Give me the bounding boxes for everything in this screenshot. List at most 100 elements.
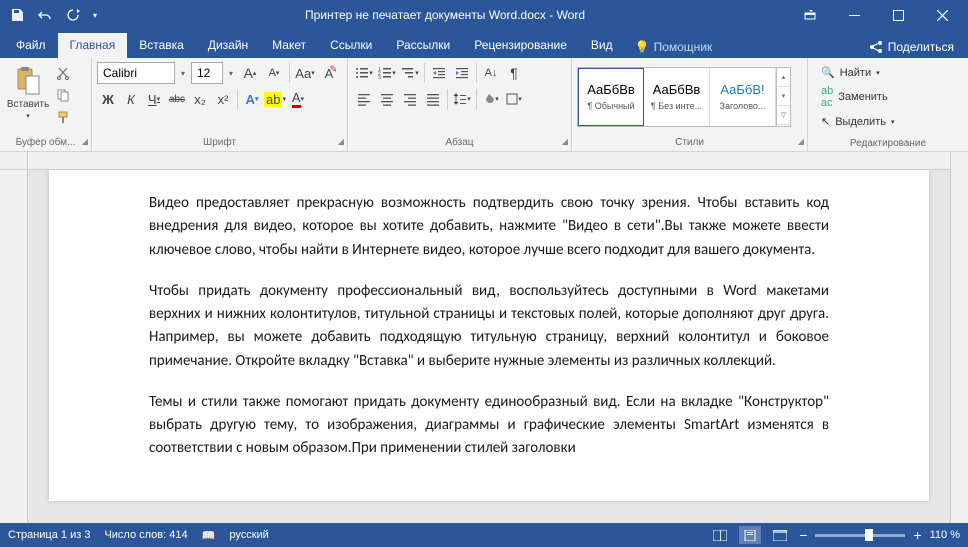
paragraph-2[interactable]: Чтобы придать документу профессиональный… xyxy=(149,280,829,373)
tab-mailings[interactable]: Рассылки xyxy=(384,33,462,58)
font-size-dd[interactable]: ▾ xyxy=(225,69,237,78)
tab-review[interactable]: Рецензирование xyxy=(462,33,579,58)
style-heading1[interactable]: АаБбВ! Заголово... xyxy=(710,68,776,126)
redo-button[interactable] xyxy=(60,2,86,28)
styles-gallery: АаБбВв ¶ Обычный АаБбВв ¶ Без инте... Аа… xyxy=(577,67,791,127)
font-launcher[interactable]: ◢ xyxy=(338,137,344,146)
tab-insert[interactable]: Вставка xyxy=(127,33,196,58)
group-label-font: Шрифт◢ xyxy=(92,135,347,151)
group-editing: 🔍Найти▾ abacЗаменить ↖Выделить▾ Редактир… xyxy=(808,58,968,151)
text-effects-button[interactable]: A▾ xyxy=(241,88,263,110)
increase-indent-button[interactable] xyxy=(451,62,473,84)
shading-button[interactable]: ▾ xyxy=(480,88,502,110)
view-read-mode[interactable] xyxy=(709,526,731,544)
numbering-button[interactable]: 123▾ xyxy=(376,62,398,84)
paragraph-launcher[interactable]: ◢ xyxy=(562,137,568,146)
style-normal[interactable]: АаБбВв ¶ Обычный xyxy=(578,68,644,126)
group-paragraph: ▾ 123▾ ▾ A↓ ¶ ▾ ▾ ▾ Абза xyxy=(348,58,572,151)
highlight-button[interactable]: ab▾ xyxy=(264,88,286,110)
paragraph-1[interactable]: Видео предоставляет прекрасную возможнос… xyxy=(149,192,829,262)
save-button[interactable] xyxy=(4,2,30,28)
sort-button[interactable]: A↓ xyxy=(480,62,502,84)
paste-button[interactable]: Вставить▾ xyxy=(5,62,51,125)
view-print-layout[interactable] xyxy=(739,526,761,544)
decrease-indent-button[interactable] xyxy=(428,62,450,84)
format-painter-button[interactable] xyxy=(53,108,73,126)
view-web-layout[interactable] xyxy=(769,526,791,544)
close-button[interactable] xyxy=(920,0,964,30)
borders-button[interactable]: ▾ xyxy=(503,88,525,110)
tab-file[interactable]: Файл xyxy=(4,33,58,58)
align-left-button[interactable] xyxy=(353,88,375,110)
replace-icon: abac xyxy=(821,85,833,109)
cut-button[interactable] xyxy=(53,64,73,82)
document-page[interactable]: Видео предоставляет прекрасную возможнос… xyxy=(49,170,929,501)
bulb-icon: 💡 xyxy=(635,40,650,54)
group-font: Calibri▾ 12▾ A▴ A▾ Aa▾ A✎ Ж К Ч▾ abc x₂ … xyxy=(92,58,348,151)
horizontal-ruler[interactable] xyxy=(28,152,950,170)
font-name-combo[interactable]: Calibri xyxy=(97,62,175,84)
select-button[interactable]: ↖Выделить▾ xyxy=(817,113,898,130)
paragraph-3[interactable]: Темы и стили также помогают придать доку… xyxy=(149,391,829,461)
status-word-count[interactable]: Число слов: 414 xyxy=(104,529,187,541)
tab-references[interactable]: Ссылки xyxy=(318,33,384,58)
line-spacing-button[interactable]: ▾ xyxy=(451,88,473,110)
minimize-button[interactable] xyxy=(832,0,876,30)
align-right-button[interactable] xyxy=(399,88,421,110)
title-bar: ▾ Принтер не печатает документы Word.doc… xyxy=(0,0,968,30)
document-scroll[interactable]: Видео предоставляет прекрасную возможнос… xyxy=(28,170,950,523)
tell-me[interactable]: 💡 Помощник xyxy=(625,40,723,54)
zoom-thumb[interactable] xyxy=(865,529,873,541)
superscript-button[interactable]: x² xyxy=(212,88,234,110)
tab-layout[interactable]: Макет xyxy=(260,33,318,58)
group-clipboard: Вставить▾ Буфер обм...◢ xyxy=(0,58,92,151)
group-label-clipboard: Буфер обм...◢ xyxy=(0,135,91,151)
font-name-dd[interactable]: ▾ xyxy=(177,69,189,78)
bullets-button[interactable]: ▾ xyxy=(353,62,375,84)
cursor-icon: ↖ xyxy=(821,115,830,128)
multilevel-list-button[interactable]: ▾ xyxy=(399,62,421,84)
underline-button[interactable]: Ч▾ xyxy=(143,88,165,110)
bold-button[interactable]: Ж xyxy=(97,88,119,110)
tab-design[interactable]: Дизайн xyxy=(196,33,260,58)
group-label-styles: Стили◢ xyxy=(572,135,807,151)
shrink-font-button[interactable]: A▾ xyxy=(263,62,285,84)
align-center-button[interactable] xyxy=(376,88,398,110)
copy-button[interactable] xyxy=(53,86,73,104)
ribbon-options-button[interactable] xyxy=(788,0,832,30)
grow-font-button[interactable]: A▴ xyxy=(239,62,261,84)
zoom-slider[interactable] xyxy=(815,534,905,537)
find-button[interactable]: 🔍Найти▾ xyxy=(817,64,898,81)
search-icon: 🔍 xyxy=(821,66,835,79)
document-workspace: Видео предоставляет прекрасную возможнос… xyxy=(0,152,968,523)
replace-button[interactable]: abacЗаменить xyxy=(817,83,898,111)
tell-me-label: Помощник xyxy=(654,40,713,54)
clipboard-launcher[interactable]: ◢ xyxy=(82,137,88,146)
vertical-ruler[interactable] xyxy=(0,170,28,523)
status-page[interactable]: Страница 1 из 3 xyxy=(8,529,90,541)
styles-gallery-spinner[interactable]: ▴▾▽ xyxy=(776,68,790,126)
strikethrough-button[interactable]: abc xyxy=(166,88,188,110)
subscript-button[interactable]: x₂ xyxy=(189,88,211,110)
align-justify-button[interactable] xyxy=(422,88,444,110)
zoom-level[interactable]: 110 % xyxy=(930,529,960,541)
qat-customize[interactable]: ▾ xyxy=(88,2,102,28)
tab-view[interactable]: Вид xyxy=(579,33,625,58)
maximize-button[interactable] xyxy=(876,0,920,30)
vertical-scrollbar[interactable] xyxy=(950,152,968,523)
italic-button[interactable]: К xyxy=(120,88,142,110)
style-sample: АаБбВ! xyxy=(720,82,764,97)
status-spellcheck[interactable]: 📖 xyxy=(202,529,216,542)
styles-launcher[interactable]: ◢ xyxy=(798,137,804,146)
undo-button[interactable] xyxy=(32,2,58,28)
font-size-combo[interactable]: 12 xyxy=(191,62,223,84)
status-language[interactable]: русский xyxy=(229,529,268,541)
change-case-button[interactable]: Aa▾ xyxy=(294,62,316,84)
clear-formatting-button[interactable]: A✎ xyxy=(318,62,340,84)
share-button[interactable]: Поделиться xyxy=(859,40,964,54)
tab-home[interactable]: Главная xyxy=(58,33,128,58)
show-marks-button[interactable]: ¶ xyxy=(503,62,525,84)
ruler-corner xyxy=(0,152,28,170)
font-color-button[interactable]: A▾ xyxy=(287,88,309,110)
style-no-spacing[interactable]: АаБбВв ¶ Без инте... xyxy=(644,68,710,126)
